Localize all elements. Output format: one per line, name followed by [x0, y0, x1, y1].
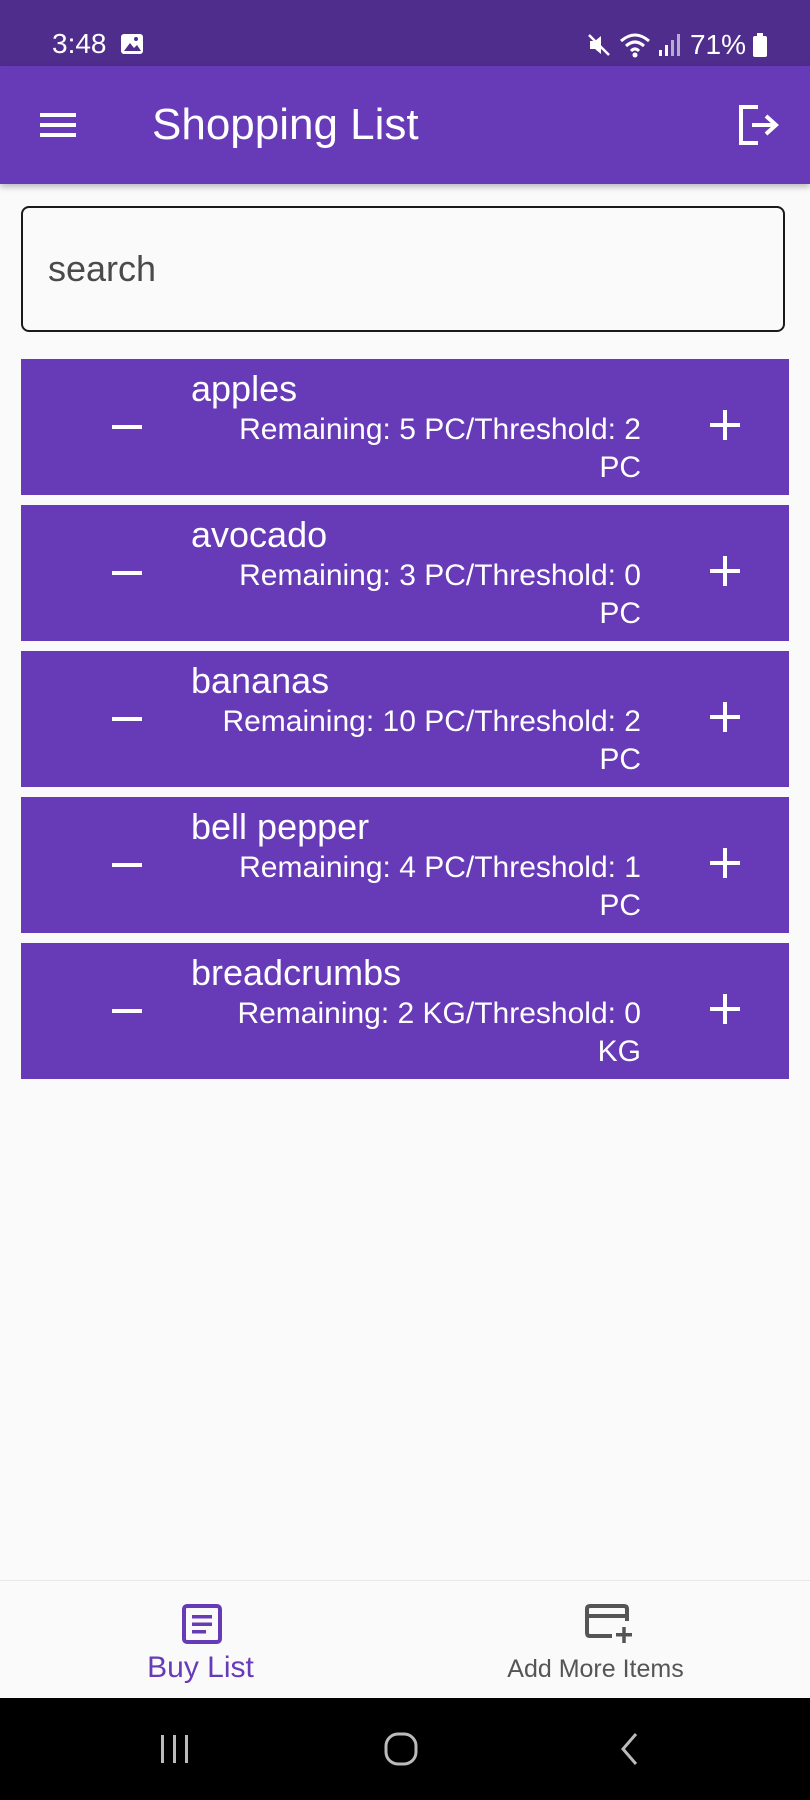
- mute-icon: [586, 32, 612, 58]
- plus-icon: [710, 556, 740, 586]
- list-item: bananas Remaining: 10 PC/Threshold: 2 PC: [21, 651, 789, 787]
- plus-icon: [710, 994, 740, 1024]
- search-field[interactable]: [21, 206, 785, 332]
- back-icon: [621, 1733, 638, 1765]
- home-button[interactable]: [356, 1698, 446, 1800]
- back-button[interactable]: [590, 1698, 670, 1800]
- nav-add-more-items[interactable]: Add More Items: [405, 1581, 810, 1699]
- item-stock-info: Remaining: 4 PC/Threshold: 1 PC: [239, 851, 641, 922]
- item-name: bananas: [191, 660, 330, 701]
- decrement-button[interactable]: [105, 551, 149, 595]
- minus-icon: [112, 425, 142, 429]
- decrement-button[interactable]: [105, 989, 149, 1033]
- home-icon: [384, 1732, 418, 1766]
- add-card-icon: [585, 1604, 632, 1643]
- plus-icon: [710, 410, 740, 440]
- recents-icon: [161, 1735, 188, 1763]
- list-item: breadcrumbs Remaining: 2 KG/Threshold: 0…: [21, 943, 789, 1079]
- minus-icon: [112, 717, 142, 721]
- bottom-navigation: Buy List Add More Items: [0, 1580, 810, 1699]
- increment-button[interactable]: [703, 403, 747, 447]
- minus-icon: [112, 571, 142, 575]
- list-item: avocado Remaining: 3 PC/Threshold: 0 PC: [21, 505, 789, 641]
- decrement-button[interactable]: [105, 843, 149, 887]
- item-stock-info: Remaining: 2 KG/Threshold: 0 KG: [237, 997, 641, 1068]
- list-item: bell pepper Remaining: 4 PC/Threshold: 1…: [21, 797, 789, 933]
- plus-icon: [710, 702, 740, 732]
- increment-button[interactable]: [703, 695, 747, 739]
- system-navigation-bar: [0, 1698, 810, 1800]
- app-bar: Shopping List: [0, 66, 810, 184]
- list-icon: [182, 1604, 222, 1644]
- list-item: apples Remaining: 5 PC/Threshold: 2 PC: [21, 359, 789, 495]
- page-title: Shopping List: [152, 100, 419, 149]
- logout-button[interactable]: [736, 102, 782, 148]
- nav-buy-list-label: Buy List: [147, 1651, 254, 1684]
- plus-icon: [710, 848, 740, 878]
- battery-percent: 71%: [689, 29, 746, 60]
- signal-icon: [658, 32, 680, 58]
- item-name: apples: [191, 368, 298, 409]
- decrement-button[interactable]: [105, 697, 149, 741]
- item-name: bell pepper: [191, 806, 370, 847]
- nav-buy-list[interactable]: Buy List: [0, 1581, 405, 1699]
- item-name: avocado: [191, 514, 328, 555]
- menu-icon: [40, 113, 76, 137]
- status-time: 3:48: [52, 28, 107, 59]
- item-name: breadcrumbs: [191, 952, 402, 993]
- nav-add-more-items-label: Add More Items: [507, 1655, 684, 1683]
- logout-icon: [739, 105, 779, 145]
- recents-button[interactable]: [130, 1698, 220, 1800]
- wifi-icon: [618, 31, 652, 59]
- status-bar: 3:48 71%: [0, 0, 810, 66]
- minus-icon: [112, 863, 142, 867]
- menu-button[interactable]: [36, 106, 80, 144]
- search-input[interactable]: [23, 208, 783, 330]
- item-stock-info: Remaining: 5 PC/Threshold: 2 PC: [239, 413, 641, 484]
- item-stock-info: Remaining: 3 PC/Threshold: 0 PC: [239, 559, 641, 630]
- gallery-icon: [120, 33, 144, 55]
- decrement-button[interactable]: [105, 405, 149, 449]
- minus-icon: [112, 1009, 142, 1013]
- battery-icon: [752, 32, 768, 58]
- increment-button[interactable]: [703, 549, 747, 593]
- item-stock-info: Remaining: 10 PC/Threshold: 2 PC: [222, 705, 641, 776]
- status-icons: 71%: [586, 27, 768, 63]
- increment-button[interactable]: [703, 841, 747, 885]
- increment-button[interactable]: [703, 987, 747, 1031]
